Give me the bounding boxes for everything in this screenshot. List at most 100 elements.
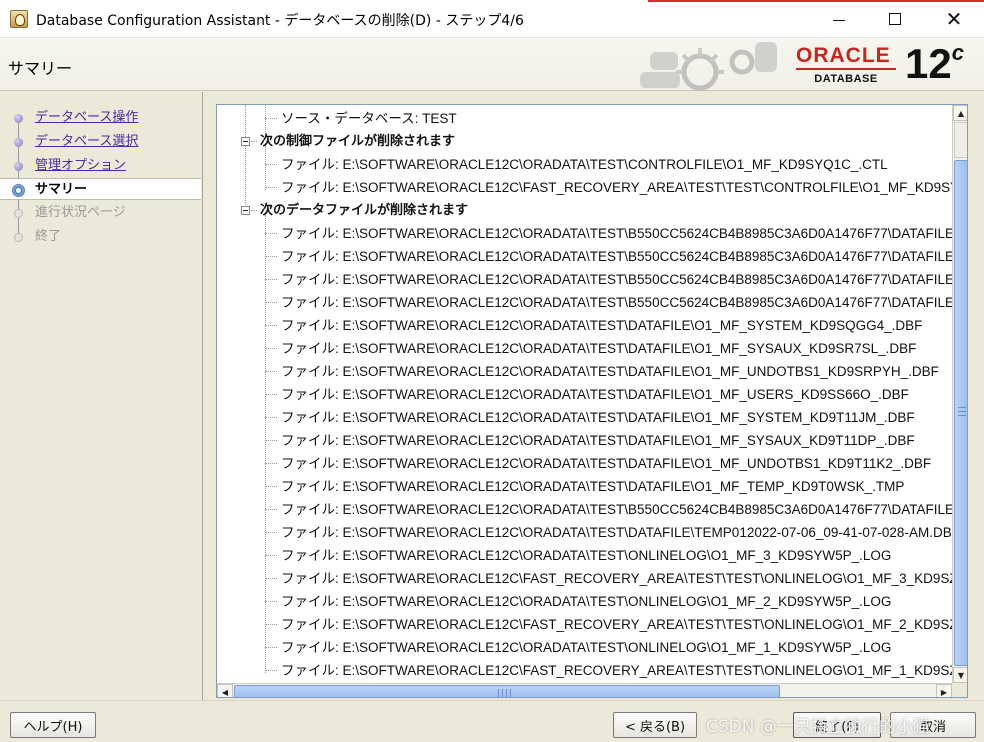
window-title: Database Configuration Assistant - データベー… [36, 13, 524, 29]
tree-branch-line [265, 348, 277, 349]
tree-branch-line [251, 141, 257, 142]
collapse-toggle-icon[interactable] [241, 137, 250, 146]
summary-tree-panel[interactable]: ソース・データベース: TEST 次の制御ファイルが削除されます ファイル: E:\… [216, 104, 968, 698]
tree-file-node[interactable]: ファイル: E:\SOFTWARE\ORACLE12C\ORADATA\TEST… [281, 383, 909, 406]
tree-branch-line [265, 302, 277, 303]
tree-file-node[interactable]: ファイル: E:\SOFTWARE\ORACLE12C\ORADATA\TEST… [281, 245, 952, 268]
tree-branch-line [265, 555, 277, 556]
nav-step-label: データベース選択 [35, 134, 139, 149]
tree-file-node[interactable]: ファイル: E:\SOFTWARE\ORACLE12C\FAST_RECOVER… [281, 659, 952, 682]
tree-file-node[interactable]: ファイル: E:\SOFTWARE\ORACLE12C\ORADATA\TEST… [281, 636, 891, 659]
tree-branch-line [265, 578, 277, 579]
tree-branch-line [265, 164, 277, 165]
version-number: 12 [905, 40, 952, 87]
oracle-database-label: DATABASE [814, 73, 878, 85]
step-dot-icon [14, 233, 23, 242]
maximize-button[interactable] [866, 0, 924, 38]
horizontal-scrollbar[interactable]: ◀ ▶ [217, 683, 952, 697]
tree-file-node[interactable]: ファイル: E:\SOFTWARE\ORACLE12C\ORADATA\TEST… [281, 406, 915, 429]
tree-branch-line [265, 509, 277, 510]
page-header: サマリー ORACLE DATABASE 12c [0, 38, 984, 91]
tree-branch-line [265, 624, 277, 625]
tree-file-node[interactable]: ファイル: E:\SOFTWARE\ORACLE12C\ORADATA\TEST… [281, 452, 931, 475]
close-button[interactable]: ✕ [925, 0, 983, 38]
help-button[interactable]: ヘルプ(H) [10, 712, 96, 738]
tree-file-node[interactable]: ファイル: E:\SOFTWARE\ORACLE12C\ORADATA\TEST… [281, 498, 952, 521]
java-app-icon [10, 10, 28, 28]
csdn-watermark: CSDN @一只特立独行的小猫 [706, 717, 930, 737]
tree-group-node[interactable]: 次のデータファイルが削除されます [260, 199, 468, 222]
tree-branch-line [265, 417, 277, 418]
minimize-icon [833, 19, 845, 21]
tree-file-node[interactable]: ファイル: E:\SOFTWARE\ORACLE12C\ORADATA\TEST… [281, 268, 952, 291]
tree-branch-line [265, 394, 277, 395]
nav-step-database-selection[interactable]: データベース選択 [0, 131, 201, 153]
tree-branch-line [265, 371, 277, 372]
nav-step-summary[interactable]: サマリー [0, 178, 201, 200]
nav-step-database-operation[interactable]: データベース操作 [0, 107, 201, 129]
tree-file-node[interactable]: ファイル: E:\SOFTWARE\ORACLE12C\ORADATA\TEST… [281, 475, 904, 498]
scroll-track[interactable] [954, 122, 967, 158]
scroll-down-icon[interactable]: ▼ [953, 667, 967, 683]
tree-file-node[interactable]: ファイル: E:\SOFTWARE\ORACLE12C\ORADATA\TEST… [281, 429, 915, 452]
vertical-scroll-thumb[interactable] [954, 160, 967, 666]
nav-step-progress-page: 進行状況ページ [0, 202, 201, 224]
tree-branch-line [265, 601, 277, 602]
tree-branch-line [251, 210, 257, 211]
horizontal-scroll-thumb[interactable] [234, 685, 780, 697]
tree-branch-line [265, 325, 277, 326]
close-icon: ✕ [945, 7, 963, 31]
step-dot-icon [14, 114, 23, 123]
tree-branch-line [265, 118, 277, 119]
nav-step-label: 終了 [35, 229, 62, 244]
tree-branch-line [265, 463, 277, 464]
title-bar: Database Configuration Assistant - データベー… [0, 0, 984, 38]
tree-file-node[interactable]: ファイル: E:\SOFTWARE\ORACLE12C\ORADATA\TEST… [281, 291, 952, 314]
tree-file-node[interactable]: ファイル: E:\SOFTWARE\ORACLE12C\ORADATA\TEST… [281, 544, 891, 567]
minimize-button[interactable] [810, 0, 868, 38]
tree-file-node[interactable]: ファイル: E:\SOFTWARE\ORACLE12C\ORADATA\TEST… [281, 337, 916, 360]
tree-branch-line [265, 256, 277, 257]
nav-step-management-options[interactable]: 管理オプション [0, 155, 201, 177]
current-step-icon [12, 184, 25, 197]
tree-branch-line [265, 532, 277, 533]
tree-branch-line [265, 233, 277, 234]
nav-step-label: 進行状況ページ [35, 205, 126, 220]
page-title: サマリー [8, 59, 73, 78]
tree-branch-line [265, 187, 277, 188]
tree-branch-line [265, 670, 277, 671]
back-button[interactable]: < 戻る(B) [613, 712, 697, 738]
step-dot-icon [14, 209, 23, 218]
tree-group-node[interactable]: 次の制御ファイルが削除されます [260, 130, 455, 153]
nav-step-label: サマリー [35, 182, 88, 197]
maximize-icon [889, 13, 901, 25]
tree-branch-line [265, 486, 277, 487]
step-navigation: データベース操作 データベース選択 管理オプション サマリー 進行状況ページ 終… [0, 92, 201, 696]
nav-step-finish: 終了 [0, 226, 201, 248]
version-suffix: c [951, 40, 964, 65]
oracle-logo: ORACLE DATABASE [796, 44, 902, 85]
step-dot-icon [14, 138, 23, 147]
tree-file-node[interactable]: ファイル: E:\SOFTWARE\ORACLE12C\FAST_RECOVER… [281, 567, 952, 590]
tree-branch-line [265, 647, 277, 648]
scroll-up-icon[interactable]: ▲ [953, 105, 967, 121]
scroll-right-icon[interactable]: ▶ [936, 684, 952, 697]
tree-branch-line [265, 279, 277, 280]
tree-file-node[interactable]: ファイル: E:\SOFTWARE\ORACLE12C\FAST_RECOVER… [281, 613, 952, 636]
vertical-scrollbar[interactable]: ▲ ▼ [952, 105, 967, 683]
step-dot-icon [14, 162, 23, 171]
tree-file-node[interactable]: ファイル: E:\SOFTWARE\ORACLE12C\ORADATA\TEST… [281, 314, 922, 337]
tree-file-node[interactable]: ソース・データベース: TEST [281, 107, 457, 130]
collapse-toggle-icon[interactable] [241, 206, 250, 215]
scroll-left-icon[interactable]: ◀ [217, 684, 233, 697]
nav-step-label: データベース操作 [35, 110, 139, 125]
tree-file-node[interactable]: ファイル: E:\SOFTWARE\ORACLE12C\ORADATA\TEST… [281, 590, 891, 613]
summary-tree: ソース・データベース: TEST 次の制御ファイルが削除されます ファイル: E:\… [217, 105, 952, 683]
tree-file-node[interactable]: ファイル: E:\SOFTWARE\ORACLE12C\ORADATA\TEST… [281, 222, 952, 245]
tree-file-node[interactable]: ファイル: E:\SOFTWARE\ORACLE12C\ORADATA\TEST… [281, 360, 939, 383]
tree-file-node[interactable]: ファイル: E:\SOFTWARE\ORACLE12C\FAST_RECOVER… [281, 176, 952, 199]
oracle-wordmark: ORACLE [796, 44, 891, 67]
tree-connector-line [245, 105, 246, 211]
tree-file-node[interactable]: ファイル: E:\SOFTWARE\ORACLE12C\ORADATA\TEST… [281, 153, 888, 176]
tree-file-node[interactable]: ファイル: E:\SOFTWARE\ORACLE12C\ORADATA\TEST… [281, 521, 952, 544]
